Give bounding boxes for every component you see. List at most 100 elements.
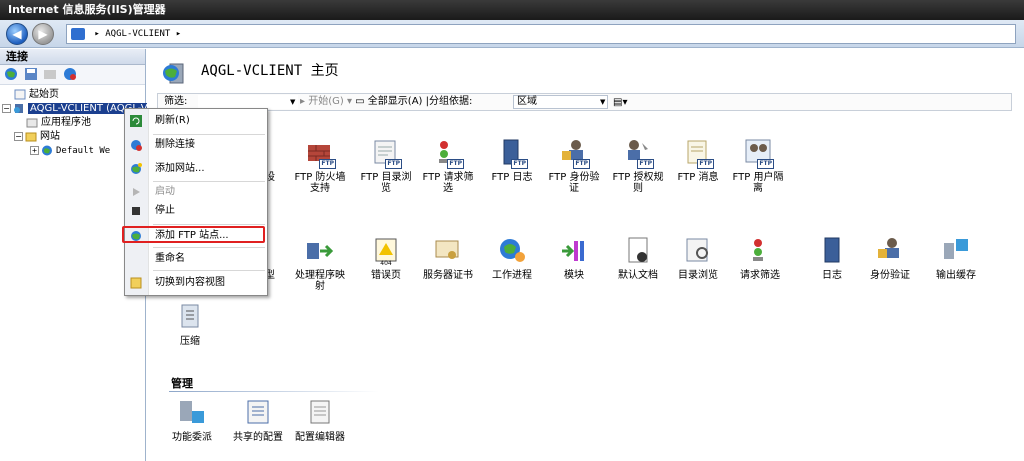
menu-label: 刷新(R) [155,115,190,126]
menu-item-stop[interactable]: 停止 [125,201,267,221]
feature-shared-configuration[interactable]: 共享的配置 [227,397,289,443]
authentication-icon: FTP [558,137,590,169]
expand-icon[interactable]: + [30,146,39,155]
feature-ftp-firewall[interactable]: FTP FTP 防火墙 支持 [289,137,351,194]
stop-icon [130,205,142,217]
collapse-icon[interactable]: − [14,131,23,141]
feature-ftp-logging[interactable]: FTP FTP 日志 [481,137,543,183]
menu-item-start[interactable]: 启动 [125,182,267,202]
window-title: Internet 信息服务(IIS)管理器 [8,3,166,16]
breadcrumb-separator-icon: ▸ [94,29,100,39]
request-filter-icon [744,235,776,267]
feature-label: 默认文档 [618,270,658,281]
feature-configuration-editor[interactable]: 配置编辑器 [289,397,351,443]
feature-server-certificates[interactable]: 服务器证书 [417,235,479,281]
address-bar[interactable]: ▸ AQGL-VCLIENT ▸ [66,24,1016,44]
menu-item-remove-connection[interactable]: 删除连接 [125,135,267,155]
modules-icon [558,235,590,267]
error-pages-icon: 404 [370,235,402,267]
feature-logging[interactable]: 日志 [801,235,863,281]
globe-icon [41,145,53,156]
breadcrumb-server[interactable]: AQGL-VCLIENT [105,29,170,39]
disconnect-icon[interactable] [63,67,77,81]
feature-label: 错误页 [371,270,401,281]
menu-separator [153,270,265,271]
feature-worker-processes[interactable]: 工作进程 [481,235,543,281]
feature-ftp-user-isolation[interactable]: FTP FTP 用户隔 离 [727,137,789,194]
show-all-label: 全部显示(A) [367,96,423,107]
connections-toolbar [0,65,145,85]
menu-item-switch-content-view[interactable]: 切换到内容视图 [125,273,267,293]
show-all-button[interactable]: ▭ 全部显示(A) [355,96,422,107]
up-icon[interactable] [43,67,57,81]
feature-label: 工作进程 [492,270,532,281]
start-label: 开始(G) [308,96,344,107]
menu-label: 重命名 [155,253,185,264]
feature-request-filtering[interactable]: 请求筛选 [729,235,791,281]
feature-label: FTP 用户隔 离 [732,172,784,194]
feature-directory-browsing[interactable]: 目录浏览 [667,235,729,281]
management-section-title: 管理 [171,377,193,390]
back-button[interactable]: ◀ [6,23,28,45]
feature-label: 输出缓存 [936,270,976,281]
tree-label: Default We [56,146,111,156]
page-title: AQGL-VCLIENT 主页 [201,63,339,79]
groupby-select[interactable]: 区域 [513,95,608,109]
view-toggle-icon[interactable]: ▤▾ [613,95,627,111]
menu-label: 启动 [155,186,175,197]
feature-ftp-request-filter[interactable]: FTP FTP 请求筛 选 [417,137,479,194]
menu-label: 删除连接 [155,139,195,150]
tree-label: 网站 [40,131,60,142]
section-divider [169,391,379,392]
collapse-icon[interactable]: − [2,103,11,113]
add-website-icon [130,163,142,175]
tree-label: 起始页 [29,89,59,100]
worker-process-icon [496,235,528,267]
filter-bar: 筛选: ▼ ▸ 开始(G) ▾ ▭ 全部显示(A) |分组依据: 区域 ▼ ▤▾ [157,93,1012,111]
feature-ftp-messages[interactable]: FTP FTP 消息 [667,137,729,183]
disconnect-icon [130,139,142,151]
tree-item-start-page[interactable]: 起始页 [0,88,145,102]
feature-ftp-dir-browse[interactable]: FTP FTP 目录浏 览 [355,137,417,194]
authentication-icon [874,235,906,267]
config-editor-icon [304,397,336,429]
feature-label: FTP 目录浏 览 [360,172,412,194]
connect-globe-icon[interactable] [4,67,18,81]
authorization-icon: FTP [622,137,654,169]
feature-output-caching[interactable]: 输出缓存 [925,235,987,281]
feature-label: FTP 授权规 则 [612,172,664,194]
feature-ftp-authentication[interactable]: FTP FTP 身份验 证 [543,137,605,194]
directory-browsing-icon [682,235,714,267]
output-caching-icon [940,235,972,267]
feature-authentication[interactable]: 身份验证 [859,235,921,281]
start-button[interactable]: ▸ 开始(G) [300,96,344,107]
home-page-icon [14,89,26,100]
server-icon [71,27,85,40]
feature-default-document[interactable]: 默认文档 [607,235,669,281]
menu-item-refresh[interactable]: 刷新(R) [125,111,267,131]
chevron-down-icon[interactable]: ▼ [600,96,608,108]
messages-icon: FTP [682,137,714,169]
window-title-bar: Internet 信息服务(IIS)管理器 [0,0,1024,20]
refresh-icon [130,115,142,127]
feature-handler-mappings[interactable]: 处理程序映 射 [289,235,351,292]
chevron-down-icon[interactable]: ▼ [290,96,298,108]
feature-error-pages[interactable]: 404 错误页 [355,235,417,281]
filter-input[interactable] [198,95,298,109]
feature-feature-delegation[interactable]: 功能委派 [161,397,223,443]
feature-label: 请求筛选 [740,270,780,281]
menu-item-add-website[interactable]: 添加网站... [125,159,267,179]
save-icon[interactable] [24,67,38,81]
menu-item-rename[interactable]: 重命名 [125,249,267,269]
feature-modules[interactable]: 模块 [543,235,605,281]
directory-browsing-icon: FTP [370,137,402,169]
shared-config-icon [242,397,274,429]
forward-button[interactable]: ▶ [32,23,54,45]
menu-label: 切换到内容视图 [155,277,225,288]
play-icon [130,186,142,198]
log-book-icon [816,235,848,267]
annotation-highlight [122,226,265,243]
feature-label: FTP 请求筛 选 [422,172,474,194]
feature-ftp-authorization[interactable]: FTP FTP 授权规 则 [607,137,669,194]
feature-compression[interactable]: 压缩 [159,301,221,347]
